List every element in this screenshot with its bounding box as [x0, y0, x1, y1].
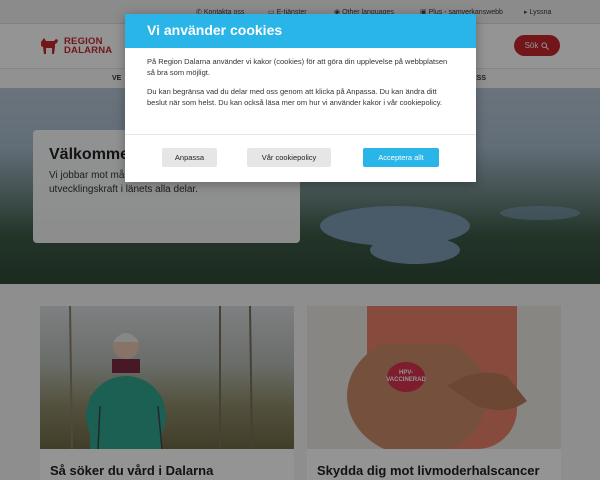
cookie-dialog-header: Vi använder cookies	[125, 14, 476, 48]
cookie-paragraph-2: Du kan begränsa vad du delar med oss gen…	[147, 87, 442, 107]
cookie-policy-button[interactable]: Vår cookiepolicy	[247, 148, 331, 167]
cookie-paragraph-1: På Region Dalarna använder vi kakor (coo…	[147, 57, 448, 77]
cookie-dialog: Vi använder cookies På Region Dalarna an…	[125, 14, 476, 182]
accept-all-button[interactable]: Acceptera allt	[363, 148, 439, 167]
cookie-dialog-body: På Region Dalarna använder vi kakor (coo…	[125, 48, 476, 108]
cookie-dialog-title: Vi använder cookies	[147, 22, 283, 38]
cookie-dialog-footer: Anpassa Vår cookiepolicy Acceptera allt	[125, 134, 476, 182]
customize-button[interactable]: Anpassa	[162, 148, 217, 167]
